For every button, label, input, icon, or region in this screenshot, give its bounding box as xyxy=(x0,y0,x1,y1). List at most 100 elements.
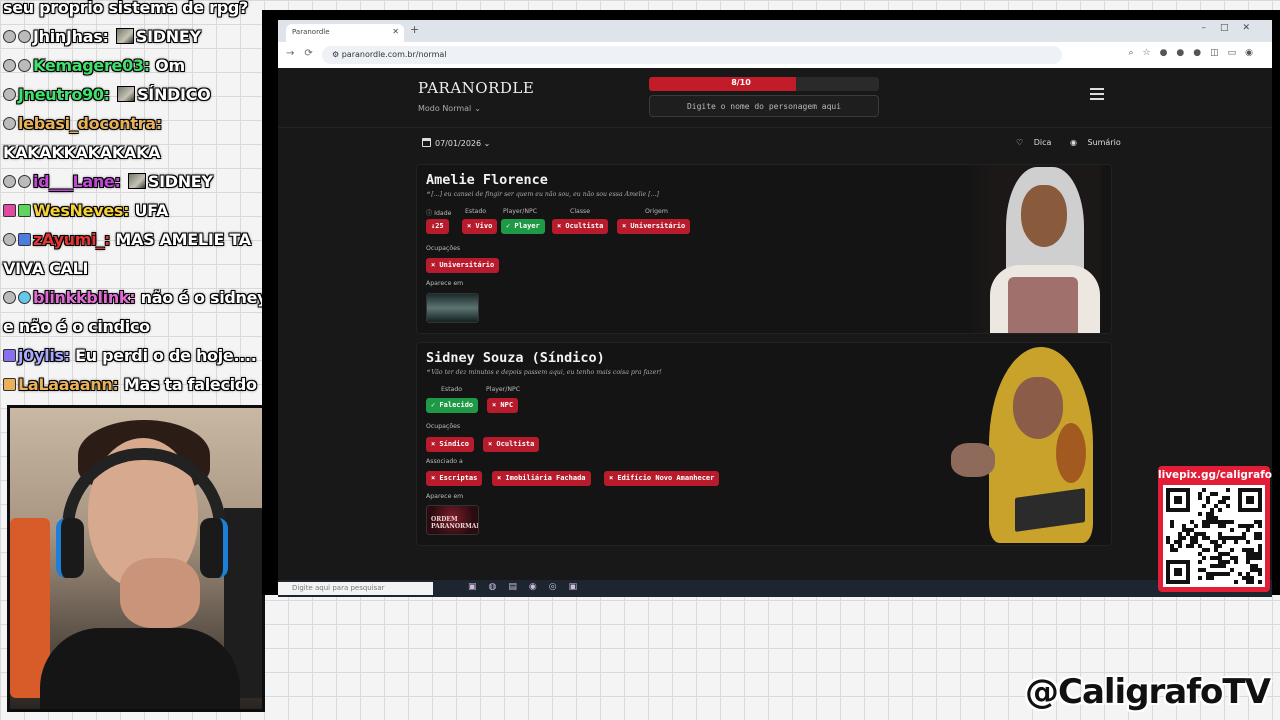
channel-handle: @CaligrafoTV xyxy=(1025,672,1271,712)
webcam-feed xyxy=(7,405,265,712)
chat-text: SIDNEY xyxy=(147,172,213,191)
qr-module xyxy=(1246,540,1250,544)
associated-chip: × Imobiliária Fachada xyxy=(492,471,591,486)
occupation-chip: × Ocultista xyxy=(483,437,540,452)
os-taskbar: Digite aqui para pesquisar ▣◍▤◉◎▣ ▭⌃▣ xyxy=(278,580,1272,597)
qr-module xyxy=(1206,548,1210,552)
class-chip: × Ocultista xyxy=(552,219,609,234)
qr-module xyxy=(1198,576,1202,580)
appearance-thumbnail[interactable] xyxy=(426,293,479,323)
chat-username: LaLaaaann: xyxy=(18,375,119,394)
emote-icon xyxy=(115,28,134,44)
qr-module xyxy=(1198,512,1202,516)
badge-icon xyxy=(18,291,31,304)
chat-username: lebasi_docontra: xyxy=(18,114,162,133)
lightbulb-icon: ♡ xyxy=(1016,138,1024,147)
age-label: ⓘ Idade xyxy=(426,208,451,217)
qr-module xyxy=(1226,504,1230,508)
chat-message: zAyumi_: MAS AMELIE TA xyxy=(3,230,251,249)
new-tab-icon[interactable]: + xyxy=(410,23,419,36)
state-chip: ✓ Falecido xyxy=(426,398,479,413)
site-logo[interactable]: PARANORDLE xyxy=(418,79,534,97)
chat-text: UFA xyxy=(134,201,169,220)
qr-module xyxy=(1258,556,1262,560)
character-portrait xyxy=(941,343,1106,543)
chat-message: WesNeves: UFA xyxy=(3,201,168,220)
qr-module xyxy=(1226,488,1230,492)
tab-title: Paranordle xyxy=(292,28,330,36)
badge-icon xyxy=(3,117,16,130)
qr-module xyxy=(1226,572,1230,576)
qr-module xyxy=(1174,548,1178,552)
player-label: Player/NPC xyxy=(486,386,521,393)
qr-module xyxy=(1250,524,1254,528)
qr-module xyxy=(1226,560,1230,564)
badge-icon xyxy=(3,291,16,304)
emote-icon xyxy=(117,86,136,102)
qr-module xyxy=(1234,560,1238,564)
chat-username: WesNeves: xyxy=(33,201,130,220)
badge-icon xyxy=(3,349,16,362)
badge-icon xyxy=(3,204,16,217)
qr-module xyxy=(1198,560,1202,564)
qr-module xyxy=(1222,524,1226,528)
badge-icon xyxy=(3,59,16,72)
chat-text: MAS AMELIE TA xyxy=(115,230,251,249)
badge-icon xyxy=(18,59,31,72)
age-chip: ↓25 xyxy=(426,219,449,234)
eye-icon: ◉ xyxy=(1069,138,1077,147)
badge-icon xyxy=(3,88,16,101)
qr-module xyxy=(1234,580,1238,584)
qr-module xyxy=(1234,540,1238,544)
url-text: paranordle.com.br/normal xyxy=(341,50,447,59)
chat-message: Kemagere03: Om xyxy=(3,56,185,75)
badge-icon xyxy=(3,30,16,43)
summary-button[interactable]: ◉ Sumário xyxy=(1070,138,1129,147)
nav-buttons[interactable]: →⟳ xyxy=(286,48,323,59)
chat-message: e não é o cindico xyxy=(3,317,150,336)
character-search-input[interactable] xyxy=(649,95,879,117)
window-controls[interactable]: –□✕ xyxy=(1201,23,1264,33)
badge-icon xyxy=(18,204,31,217)
date-selector[interactable]: 07/01/2026 ⌄ xyxy=(422,138,490,148)
chat-message: LaLaaaann: Mas ta falecido xyxy=(3,375,257,394)
browser-tab[interactable]: Paranordle ✕ xyxy=(286,24,404,42)
associated-chip: × Escriptas xyxy=(426,471,483,486)
player-chip: ✓ Player xyxy=(501,219,545,234)
chat-text: VIVA CALI xyxy=(3,259,89,278)
qr-module xyxy=(1258,524,1262,528)
date-label: 07/01/2026 xyxy=(435,139,482,148)
class-label: Classe xyxy=(570,208,591,215)
extensions-icons[interactable]: ⌕☆●●●◫▭◉ xyxy=(1128,48,1262,58)
chat-text: e não é o cindico xyxy=(3,317,150,336)
character-card: Sidney Souza (Síndico) ❝ Vão ter dez min… xyxy=(416,342,1112,546)
hint-button[interactable]: ♡ Dica xyxy=(1016,138,1059,147)
state-label: Estado xyxy=(465,208,487,215)
qr-module xyxy=(1170,524,1174,528)
close-tab-icon[interactable]: ✕ xyxy=(392,27,399,36)
thumbnail-title: ORDEM PARANORMAL xyxy=(431,516,479,530)
qr-module xyxy=(1222,564,1226,568)
associated-label: Associado a xyxy=(426,458,463,465)
chat-username: Kemagere03: xyxy=(33,56,150,75)
character-card: Amelie Florence ❝ [...] eu cansei de fin… xyxy=(416,164,1112,334)
qr-module xyxy=(1182,536,1186,540)
progress-bar: 8/10 xyxy=(649,77,879,91)
url-field[interactable]: ⚙ paranordle.com.br/normal xyxy=(322,46,1062,64)
taskbar-search[interactable]: Digite aqui para pesquisar xyxy=(278,582,433,595)
chat-text: Eu perdi o de hoje.... xyxy=(75,346,257,365)
chevron-down-icon: ⌄ xyxy=(483,139,491,148)
calendar-icon xyxy=(422,138,431,147)
chat-username: id___Lane: xyxy=(33,172,121,191)
mode-selector[interactable]: Modo Normal ⌄ xyxy=(418,104,481,113)
chat-text: Om xyxy=(155,56,185,75)
hamburger-menu-icon[interactable] xyxy=(1090,88,1104,100)
chat-message: JhinJhas: SIDNEY xyxy=(3,27,201,46)
taskbar-apps[interactable]: ▣◍▤◉◎▣ xyxy=(468,582,589,592)
chat-message: id___Lane: SIDNEY xyxy=(3,172,213,191)
chat-overlay: seu proprio sistema de rpg? JhinJhas: SI… xyxy=(0,0,262,400)
info-icon: ⓘ xyxy=(426,210,433,217)
top-nav: PARANORDLE Modo Normal ⌄ 8/10 xyxy=(278,68,1272,128)
mode-label: Modo Normal xyxy=(418,104,472,113)
appearance-thumbnail[interactable]: ORDEM PARANORMAL xyxy=(426,505,479,535)
